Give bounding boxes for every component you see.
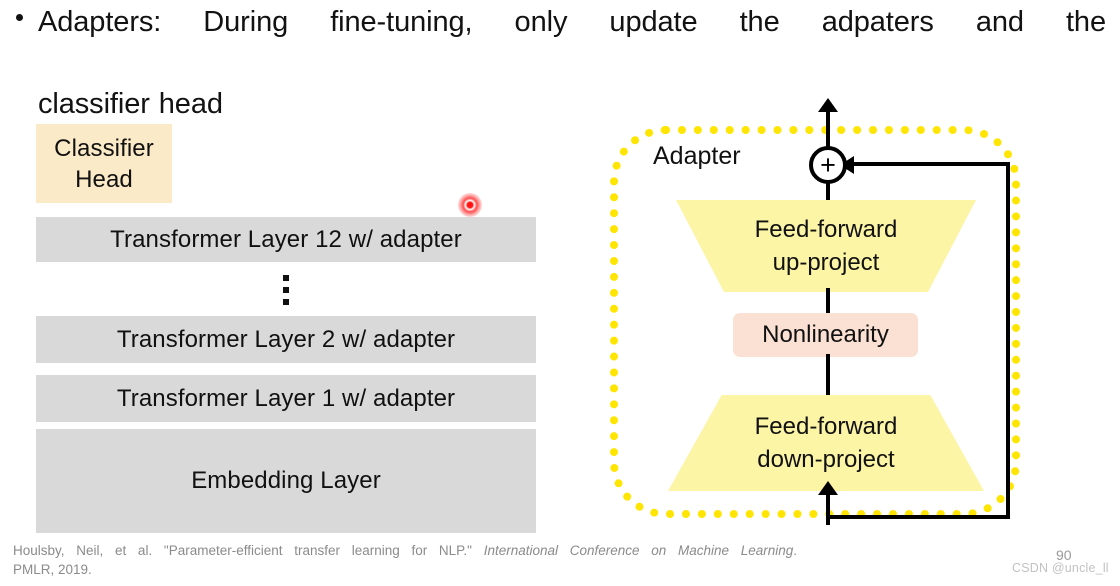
up-project-label-line-1: Feed-forward [754, 216, 898, 243]
residual-add-node: + [809, 146, 847, 184]
classifier-head-label-line-2: Head [75, 165, 133, 193]
classifier-head-label-line-1: Classifier [54, 134, 154, 162]
citation-line-1: Houlsby, Neil, et al. "Parameter-efficie… [13, 542, 797, 561]
down-project-label: Feed-forward down-project [755, 410, 898, 476]
cursor-pointer-icon [458, 193, 482, 217]
ellipsis-dot [283, 287, 289, 293]
nonlinearity-block: Nonlinearity [733, 313, 918, 357]
embedding-layer-box: Embedding Layer [36, 429, 536, 533]
transformer-layer-1-box: Transformer Layer 1 w/ adapter [36, 375, 536, 422]
feed-forward-up-project-block: Feed-forward up-project [676, 200, 976, 292]
page-title-line-1: Adapters: During fine-tuning, only updat… [38, 6, 1106, 38]
watermark: CSDN @uncle_ll [1012, 561, 1109, 575]
up-project-label: Feed-forward up-project [755, 213, 898, 279]
citation: Houlsby, Neil, et al. "Parameter-efficie… [13, 542, 797, 579]
adapter-diagram: Adapter + Feed-forward up-project Nonlin… [596, 96, 1046, 536]
citation-line-2: PMLR, 2019. [13, 561, 92, 577]
transformer-layer-12-box: Transformer Layer 12 w/ adapter [36, 217, 536, 262]
transformer-layer-1-label: Transformer Layer 1 w/ adapter [116, 384, 456, 412]
embedding-layer-label: Embedding Layer [191, 467, 381, 494]
adapter-input-arrow-icon [818, 481, 838, 495]
ellipsis-dot [283, 275, 289, 281]
citation-text-part-2: . [793, 543, 798, 558]
down-project-label-line-1: Feed-forward [754, 413, 898, 440]
citation-text-part-1: Houlsby, Neil, et al. "Parameter-efficie… [13, 543, 484, 558]
vertical-ellipsis-icon [36, 265, 536, 315]
down-project-label-line-2: down-project [757, 446, 895, 473]
connector-nonlinearity-to-down-project [826, 354, 830, 398]
feed-forward-down-project-block: Feed-forward down-project [668, 395, 984, 491]
adapter-output-arrow-icon [818, 98, 838, 112]
adapter-label: Adapter [653, 142, 741, 170]
transformer-layer-2-box: Transformer Layer 2 w/ adapter [36, 316, 536, 363]
transformer-layer-12-label: Transformer Layer 12 w/ adapter [110, 225, 462, 253]
citation-venue: International Conference on Machine Lear… [483, 543, 794, 558]
up-project-label-line-2: up-project [772, 249, 880, 276]
plus-icon: + [820, 149, 836, 180]
connector-up-project-to-nonlinearity [826, 288, 830, 316]
skip-connection-bottom-segment [826, 515, 1010, 519]
ellipsis-dot [283, 299, 289, 305]
bullet-icon [16, 14, 23, 21]
transformer-layer-2-label: Transformer Layer 2 w/ adapter [116, 325, 456, 353]
nonlinearity-label: Nonlinearity [762, 321, 889, 348]
skip-connection-top-segment [848, 162, 1010, 166]
skip-connection-vertical-segment [1006, 162, 1010, 519]
classifier-head-box: Classifier Head [36, 124, 172, 203]
